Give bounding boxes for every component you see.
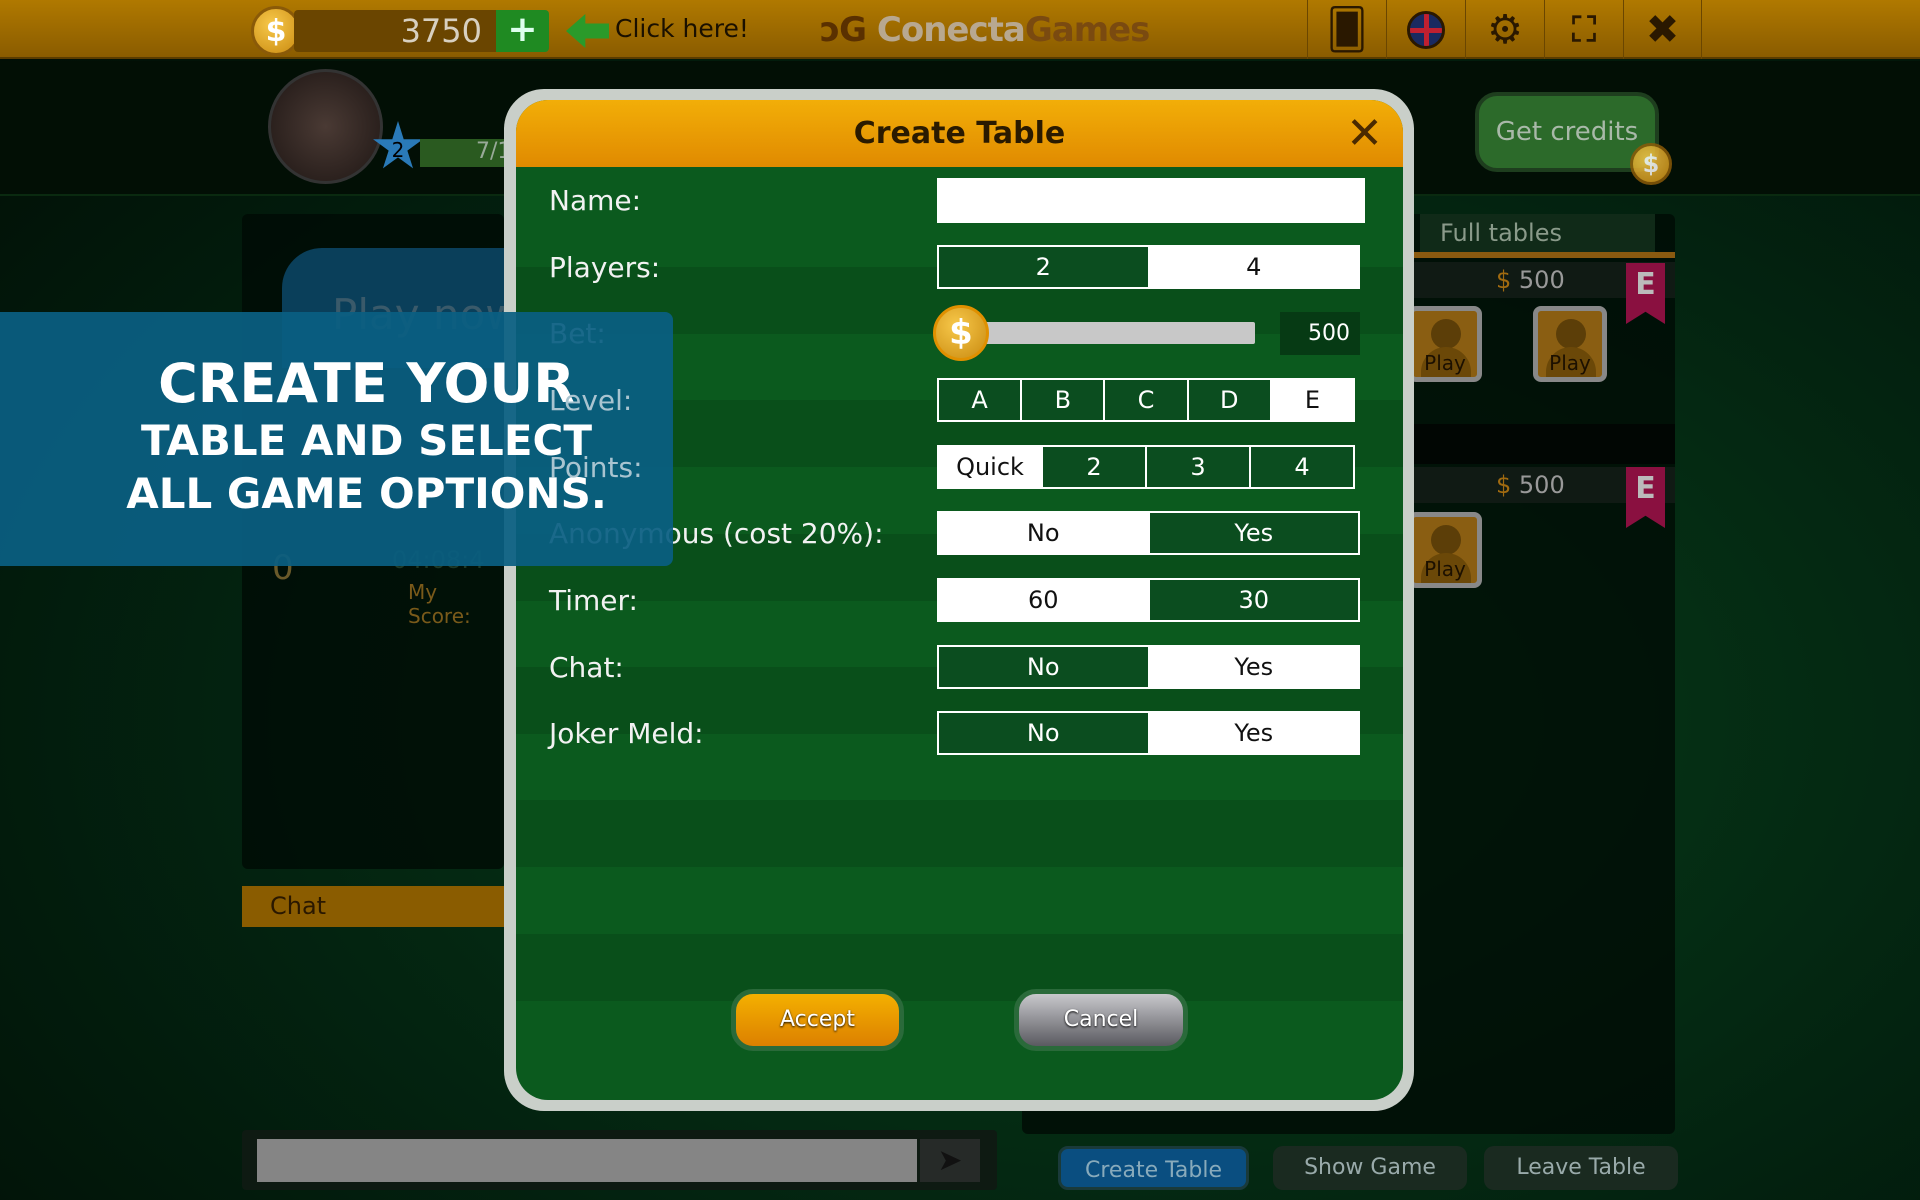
click-here-link[interactable]: Click here!: [615, 14, 749, 43]
points-option-2[interactable]: 2: [1043, 447, 1147, 487]
gear-icon[interactable]: ⚙: [1465, 0, 1544, 59]
players-option-2[interactable]: 2: [939, 247, 1150, 287]
level-label: Level:: [549, 384, 633, 417]
fullscreen-icon[interactable]: ⛶: [1544, 0, 1623, 59]
send-icon[interactable]: ➤: [920, 1139, 980, 1182]
anonymous-selector: No Yes: [937, 511, 1360, 555]
level-option-b[interactable]: B: [1022, 380, 1106, 420]
create-table-button[interactable]: Create Table: [1058, 1146, 1249, 1190]
create-table-dialog: Create Table ✕ Name: Players: 24 Bet: $ …: [516, 100, 1403, 1100]
bet-slider-handle[interactable]: $: [933, 305, 989, 361]
table-divider: [1406, 424, 1675, 464]
balance-display: 3750: [294, 10, 496, 52]
close-icon[interactable]: ✕: [1346, 108, 1383, 159]
players-option-4[interactable]: 4: [1149, 247, 1358, 287]
level-option-a[interactable]: A: [939, 380, 1023, 420]
joker-meld-label: Joker Meld:: [549, 717, 704, 750]
anonymous-option-yes[interactable]: Yes: [1149, 513, 1358, 553]
joker-option-yes[interactable]: Yes: [1149, 713, 1358, 753]
add-credits-button[interactable]: +: [496, 10, 549, 52]
chat-input-bar: ➤: [242, 1130, 997, 1190]
uk-flag-icon[interactable]: [1386, 0, 1465, 59]
joker-meld-selector: No Yes: [937, 711, 1360, 755]
level-option-d[interactable]: D: [1188, 380, 1272, 420]
chat-option-yes[interactable]: Yes: [1149, 647, 1358, 687]
players-selector: 24: [937, 245, 1360, 289]
points-option-3[interactable]: 3: [1147, 447, 1251, 487]
close-icon[interactable]: ✖: [1623, 0, 1702, 59]
points-option-4[interactable]: 4: [1251, 447, 1353, 487]
bet-slider-track[interactable]: [980, 322, 1255, 344]
full-tables-tab[interactable]: Full tables: [1420, 214, 1655, 252]
level-selector: ABCDE: [937, 378, 1355, 422]
level-option-c[interactable]: C: [1105, 380, 1189, 420]
points-selector: Quick 2 3 4: [937, 445, 1355, 489]
points-option-quick[interactable]: Quick: [939, 447, 1043, 487]
chat-selector: No Yes: [937, 645, 1360, 689]
tab-underline: [1406, 252, 1675, 258]
timer-option-60[interactable]: 60: [939, 580, 1150, 620]
seat-play-button[interactable]: Play: [1408, 512, 1482, 588]
chat-input[interactable]: [257, 1139, 917, 1182]
chat-option-no[interactable]: No: [939, 647, 1150, 687]
avatar[interactable]: [268, 69, 383, 184]
name-label: Name:: [549, 184, 642, 217]
timer-label: Timer:: [549, 584, 638, 617]
seat-play-button[interactable]: Play: [1533, 306, 1607, 382]
level-ribbon: E: [1626, 467, 1665, 528]
players-label: Players:: [549, 251, 661, 284]
chat-label: Chat:: [549, 651, 624, 684]
xp-progress: 7/1: [420, 139, 511, 167]
accept-button[interactable]: Accept: [731, 989, 904, 1051]
coin-icon: $: [1630, 143, 1672, 185]
level-ribbon: E: [1626, 263, 1665, 324]
joker-option-no[interactable]: No: [939, 713, 1150, 753]
cancel-button[interactable]: Cancel: [1014, 989, 1188, 1051]
points-label: Points:: [549, 451, 643, 484]
timer-option-30[interactable]: 30: [1149, 580, 1358, 620]
arrow-left-icon: [566, 14, 609, 48]
anonymous-option-no[interactable]: No: [939, 513, 1150, 553]
leave-table-button[interactable]: Leave Table: [1484, 1146, 1678, 1190]
name-input[interactable]: [937, 178, 1365, 223]
dialog-title: Create Table: [516, 100, 1403, 167]
show-game-button[interactable]: Show Game: [1273, 1146, 1467, 1190]
my-score-label: My Score:: [408, 580, 471, 628]
chat-header: Chat: [242, 886, 504, 927]
seat-play-button[interactable]: Play: [1408, 306, 1482, 382]
level-option-e[interactable]: E: [1271, 380, 1354, 420]
top-bar: $ 3750 + Click here! ↄG ConectaGames 🂠 ⚙…: [0, 0, 1920, 59]
bet-value: 500: [1280, 312, 1360, 355]
timer-selector: 60 30: [937, 578, 1360, 622]
logo: ↄG ConectaGames: [820, 10, 1150, 50]
cards-icon[interactable]: 🂠: [1307, 0, 1386, 59]
